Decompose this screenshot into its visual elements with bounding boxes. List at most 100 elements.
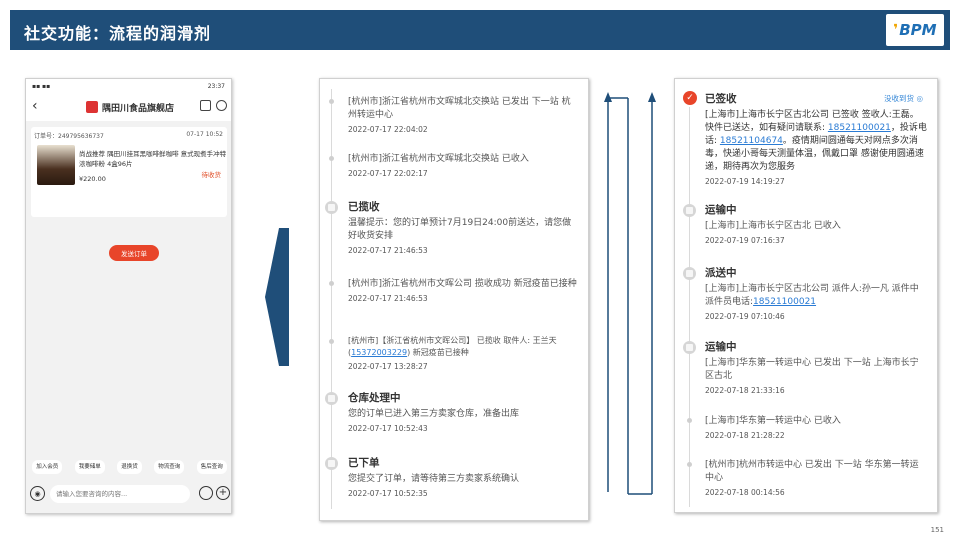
event-text: [上海市]上海市长宁区古北 已收入 (705, 221, 841, 231)
bpm-logo: ❜ BPM (886, 14, 944, 46)
event-text: [上海市]上海市长宁区古北公司 已签收 签收人:王磊。快件已送达，如有疑问请联系… (705, 109, 927, 174)
event-time: 2022-07-18 21:33:16 (705, 386, 785, 395)
order-time: 07-17 10:52 (186, 131, 223, 138)
event-title: 运输中 (705, 341, 737, 353)
event-text: [上海市]华东第一转运中心 已收入 (705, 416, 841, 426)
product-status: 待收货 (201, 171, 222, 179)
timeline-event: 运输中 [上海市]华东第一转运中心 已发出 下一站 上海市长宁区古北 2022-… (705, 339, 927, 395)
delivery-status-icon (683, 267, 696, 280)
timeline-event: [杭州市]【浙江省杭州市文晖公司】 已揽收 取件人: 王兰天(153720032… (348, 335, 578, 371)
event-time: 2022-07-17 22:04:02 (348, 125, 428, 134)
event-text: [杭州市]浙江省杭州市文晖公司 揽收成功 新冠疫苗已接种 (348, 279, 577, 289)
order-number: 订单号：249795636737 (34, 133, 104, 140)
event-text: 您的订单已进入第三方卖家仓库，准备出库 (348, 409, 520, 419)
timeline-event: 已签收 [上海市]上海市长宁区古北公司 已签收 签收人:王磊。快件已送达，如有疑… (705, 91, 927, 186)
event-text: [杭州市]浙江省杭州市文晖城北交换站 已收入 (348, 154, 529, 164)
timeline-line (331, 89, 332, 509)
bpm-logo-text: BPM (899, 21, 937, 39)
product-name: 尚战推荐 隅田川挂耳黑咖啡鲜咖啡 意式现煮手冲特浓咖啡粉 4盒96片 (79, 150, 227, 168)
complaint-phone-link[interactable]: 18521104674 (720, 136, 783, 146)
event-text: [上海市]华东第一转运中心 已发出 下一站 上海市长宁区古北 (705, 358, 919, 381)
event-time: 2022-07-17 21:46:53 (348, 246, 428, 255)
signed-check-icon: ✓ (683, 91, 697, 105)
event-text: [上海市]上海市长宁区古北公司 派件人:孙一凡 派件中 派件员电话:185211… (705, 283, 927, 309)
event-time: 2022-07-18 00:14:56 (705, 488, 785, 497)
timeline-event: 运输中 [上海市]上海市长宁区古北 已收入 2022-07-19 07:16:3… (705, 202, 927, 245)
event-time: 2022-07-17 10:52:43 (348, 424, 428, 433)
event-time: 2022-07-17 13:28:27 (348, 362, 428, 371)
event-text: [杭州市]杭州市转运中心 已发出 下一站 华东第一转运中心 (705, 460, 919, 483)
product-price: ¥220.00 (79, 175, 106, 183)
event-text: [杭州市]【浙江省杭州市文晖公司】 已揽收 取件人: 王兰天(153720032… (348, 335, 578, 359)
event-text: 您提交了订单，请等待第三方卖家系统确认 (348, 474, 520, 484)
event-time: 2022-07-17 22:02:17 (348, 169, 428, 178)
event-title: 已揽收 (348, 201, 380, 213)
signal-icon: ▪▪ ▪▪ (32, 82, 51, 90)
order-card[interactable]: 订单号：249795636737 07-17 10:52 尚战推荐 隅田川挂耳黑… (31, 127, 227, 261)
slide-header: 社交功能：流程的润滑剂 ❜ BPM (10, 10, 950, 50)
event-text: 温馨提示：您的订单预计7月19日24:00前送达，请您做好收货安排 (348, 218, 572, 241)
status-time: 23:37 (207, 82, 225, 90)
timeline-event: 已揽收 温馨提示：您的订单预计7月19日24:00前送达，请您做好收货安排 20… (348, 199, 578, 255)
phone-link[interactable]: 18521100021 (828, 123, 891, 133)
timeline-dot (329, 339, 334, 344)
timeline-dot (329, 281, 334, 286)
event-time: 2022-07-18 21:28:22 (705, 431, 785, 440)
transit-status-icon (683, 341, 696, 354)
order-status-icon (325, 457, 338, 470)
quick-action-return[interactable]: 退换货 (117, 460, 142, 474)
send-order-button[interactable]: 发送订单 (109, 245, 159, 261)
timeline-dot (329, 99, 334, 104)
page-number: 151 (930, 526, 944, 534)
event-time: 2022-07-19 07:10:46 (705, 312, 785, 321)
timeline-line (689, 107, 690, 507)
tracking-panel-latest: 没收到货 ◎ ✓ 已签收 [上海市]上海市长宁区古北公司 已签收 签收人:王磊。… (674, 78, 938, 513)
store-icon[interactable] (200, 100, 211, 111)
quick-action-logistics[interactable]: 物流查询 (154, 460, 185, 474)
event-time: 2022-07-19 14:19:27 (705, 177, 785, 186)
chat-input-row: ◉ + (26, 481, 231, 507)
timeline-dot (687, 418, 692, 423)
event-time: 2022-07-17 21:46:53 (348, 294, 428, 303)
shop-name: 隅田川食品旗舰店 (102, 104, 175, 114)
timeline-event: 仓库处理中 您的订单已进入第三方卖家仓库，准备出库 2022-07-17 10:… (348, 390, 578, 433)
event-text-part: ) 新冠疫苗已接种 (407, 348, 469, 357)
event-title: 仓库处理中 (348, 392, 401, 404)
quick-action-join-member[interactable]: 加入会员 (32, 460, 63, 474)
timeline-dot (687, 462, 692, 467)
timeline-event: [杭州市]浙江省杭州市文晖公司 揽收成功 新冠疫苗已接种 2022-07-17 … (348, 278, 578, 303)
event-title: 运输中 (705, 204, 737, 216)
plus-icon[interactable]: + (216, 486, 230, 500)
chat-input[interactable] (50, 485, 190, 503)
event-title: 派送中 (705, 267, 737, 279)
timeline-event: [杭州市]浙江省杭州市文晖城北交换站 已发出 下一站 杭州转运中心 2022-0… (348, 96, 578, 134)
product-image (37, 145, 75, 185)
package-status-icon (325, 201, 338, 214)
quick-action-store-order[interactable]: 我要储单 (74, 460, 105, 474)
voice-icon[interactable]: ◉ (30, 486, 45, 501)
shop-logo-icon (86, 101, 98, 113)
phone-link[interactable]: 15372003229 (351, 348, 407, 357)
quick-actions-row: 加入会员 我要储单 退换货 物流查询 售后查询 (26, 460, 231, 474)
left-arrow-icon (265, 228, 289, 366)
quick-action-after-sale[interactable]: 售后查询 (196, 460, 227, 474)
chat-phone-screen: ▪▪ ▪▪ 23:37 ‹ 隅田川食品旗舰店 订单号：249795636737 … (25, 78, 232, 514)
timeline-event: 已下单 您提交了订单，请等待第三方卖家系统确认 2022-07-17 10:52… (348, 455, 578, 498)
settings-icon[interactable] (216, 100, 227, 111)
timeline-event: [上海市]华东第一转运中心 已收入 2022-07-18 21:28:22 (705, 415, 927, 440)
event-title: 已下单 (348, 457, 380, 469)
flow-connector-arrows (604, 92, 656, 495)
transit-status-icon (683, 204, 696, 217)
slide-title: 社交功能：流程的润滑剂 (24, 24, 212, 43)
event-title: 已签收 (705, 93, 737, 105)
warehouse-status-icon (325, 392, 338, 405)
chat-nav-bar: ‹ 隅田川食品旗舰店 (26, 93, 231, 121)
bpm-logo-mark-icon: ❜ (893, 22, 899, 38)
event-time: 2022-07-19 07:16:37 (705, 236, 785, 245)
event-time: 2022-07-17 10:52:35 (348, 489, 428, 498)
emoji-icon[interactable] (199, 486, 213, 500)
event-text: [杭州市]浙江省杭州市文晖城北交换站 已发出 下一站 杭州转运中心 (348, 97, 571, 120)
courier-phone-link[interactable]: 18521100021 (753, 297, 816, 307)
back-arrow-icon[interactable]: ‹ (32, 98, 38, 114)
status-bar: ▪▪ ▪▪ 23:37 (26, 79, 231, 93)
